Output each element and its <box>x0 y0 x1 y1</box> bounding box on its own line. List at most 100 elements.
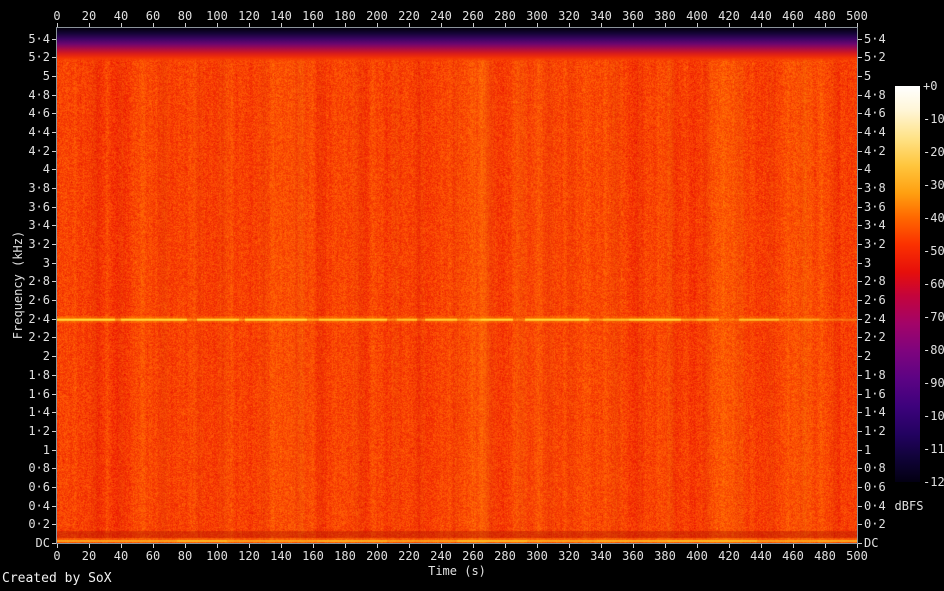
y-tick-right <box>858 263 862 264</box>
y-tick-right <box>858 431 862 432</box>
colorbar-tick-label: +0 <box>923 79 938 93</box>
x-tick-label-top: 500 <box>846 9 868 23</box>
y-tick-right <box>858 506 862 507</box>
x-tick-top <box>89 23 90 27</box>
x-tick-bottom <box>185 544 186 548</box>
colorbar-tick-label: -20 <box>923 145 944 159</box>
y-tick-right <box>858 375 862 376</box>
y-tick-left <box>52 169 56 170</box>
x-tick-top <box>633 23 634 27</box>
x-tick-bottom <box>537 544 538 548</box>
x-tick-bottom <box>729 544 730 548</box>
x-tick-bottom <box>441 544 442 548</box>
y-tick-right <box>858 39 862 40</box>
colorbar-tick-label: -40 <box>923 211 944 225</box>
x-tick-top <box>569 23 570 27</box>
y-tick-label-left: 3·8 <box>28 181 50 195</box>
x-tick-bottom <box>89 544 90 548</box>
y-tick-label-left: 1·4 <box>28 405 50 419</box>
colorbar-tick-label: -70 <box>923 310 944 324</box>
x-tick-top <box>409 23 410 27</box>
y-tick-label-right: 5 <box>864 69 872 83</box>
x-tick-top <box>153 23 154 27</box>
x-tick-bottom <box>377 544 378 548</box>
y-tick-left <box>52 431 56 432</box>
sox-spectrogram-window: 0 0 20 20 40 40 60 60 80 80 100 100 120 120 140 140 160 1… <box>0 0 944 591</box>
colorbar-gradient <box>895 86 920 482</box>
x-tick-bottom <box>473 544 474 548</box>
x-tick-top <box>441 23 442 27</box>
y-tick-label-left: 5·2 <box>28 50 50 64</box>
x-tick-top <box>377 23 378 27</box>
y-tick-left <box>52 450 56 451</box>
x-tick-top <box>473 23 474 27</box>
x-tick-bottom <box>793 544 794 548</box>
y-tick-label-right: DC <box>864 536 879 550</box>
y-tick-right <box>858 169 862 170</box>
y-tick-left <box>52 524 56 525</box>
y-tick-label-left: 4·6 <box>28 106 50 120</box>
y-tick-left <box>52 39 56 40</box>
y-tick-label-right: 5·2 <box>864 50 886 64</box>
y-tick-label-left: 0·6 <box>28 480 50 494</box>
y-tick-label-left: 0·2 <box>28 517 50 531</box>
x-tick-top <box>537 23 538 27</box>
x-tick-top <box>601 23 602 27</box>
y-tick-left <box>52 263 56 264</box>
x-tick-top <box>313 23 314 27</box>
y-tick-label-left: 0·4 <box>28 499 50 513</box>
x-tick-bottom <box>217 544 218 548</box>
y-tick-label-left: 1·6 <box>28 387 50 401</box>
sox-credit-text: Created by SoX <box>2 571 112 586</box>
y-tick-left <box>52 188 56 189</box>
y-tick-right <box>858 300 862 301</box>
y-tick-left <box>52 356 56 357</box>
x-tick-top <box>857 23 858 27</box>
colorbar-tick-label: -110 <box>923 442 944 456</box>
y-tick-left <box>52 337 56 338</box>
x-tick-bottom <box>249 544 250 548</box>
x-tick-top <box>761 23 762 27</box>
y-tick-right <box>858 188 862 189</box>
x-tick-top <box>505 23 506 27</box>
x-tick-bottom <box>153 544 154 548</box>
y-tick-right <box>858 450 862 451</box>
x-tick-top <box>249 23 250 27</box>
y-tick-right <box>858 244 862 245</box>
y-tick-right <box>858 281 862 282</box>
y-tick-label-left: 2 <box>42 349 50 363</box>
x-tick-top <box>57 23 58 27</box>
x-tick-bottom <box>569 544 570 548</box>
y-tick-left <box>52 207 56 208</box>
y-tick-label-left: 0·8 <box>28 461 50 475</box>
x-tick-bottom <box>857 544 858 548</box>
x-tick-top <box>665 23 666 27</box>
spectrogram-canvas <box>57 28 857 543</box>
x-tick-bottom <box>665 544 666 548</box>
y-tick-label-left: 1·2 <box>28 424 50 438</box>
x-tick-bottom <box>345 544 346 548</box>
colorbar-tick-label: -90 <box>923 376 944 390</box>
y-tick-label-left: 4 <box>42 162 50 176</box>
y-tick-left <box>52 394 56 395</box>
x-axis-title: Time (s) <box>428 564 486 578</box>
x-tick-bottom <box>57 544 58 548</box>
y-tick-right <box>858 132 862 133</box>
y-tick-right <box>858 524 862 525</box>
y-tick-right <box>858 76 862 77</box>
x-tick-top <box>345 23 346 27</box>
x-tick-top <box>825 23 826 27</box>
x-tick-top <box>281 23 282 27</box>
y-tick-left <box>52 95 56 96</box>
y-tick-label-left: 1·8 <box>28 368 50 382</box>
colorbar-tick-label: -100 <box>923 409 944 423</box>
y-tick-left <box>52 151 56 152</box>
y-tick-left <box>52 487 56 488</box>
y-tick-right <box>858 113 862 114</box>
colorbar-tick-label: -80 <box>923 343 944 357</box>
y-tick-left <box>52 225 56 226</box>
y-tick-left <box>52 113 56 114</box>
y-tick-right <box>858 468 862 469</box>
colorbar-tick-label: -30 <box>923 178 944 192</box>
x-tick-label-bottom: 500 <box>846 549 868 563</box>
